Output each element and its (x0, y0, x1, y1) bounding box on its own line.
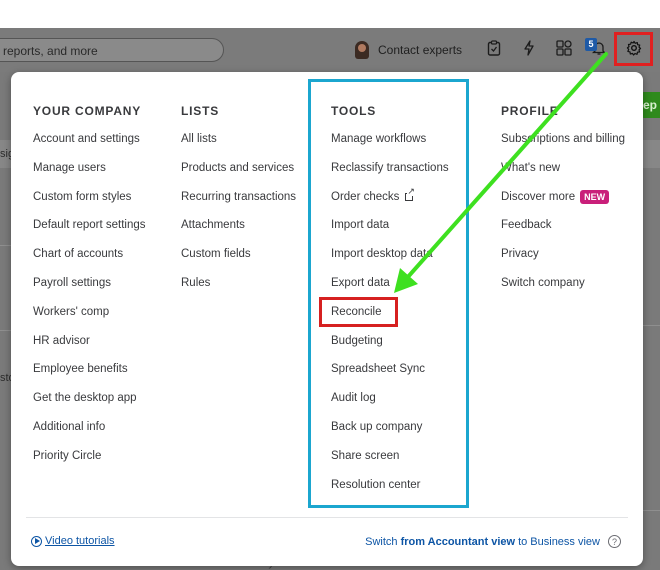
annotation-arrow (394, 52, 608, 293)
